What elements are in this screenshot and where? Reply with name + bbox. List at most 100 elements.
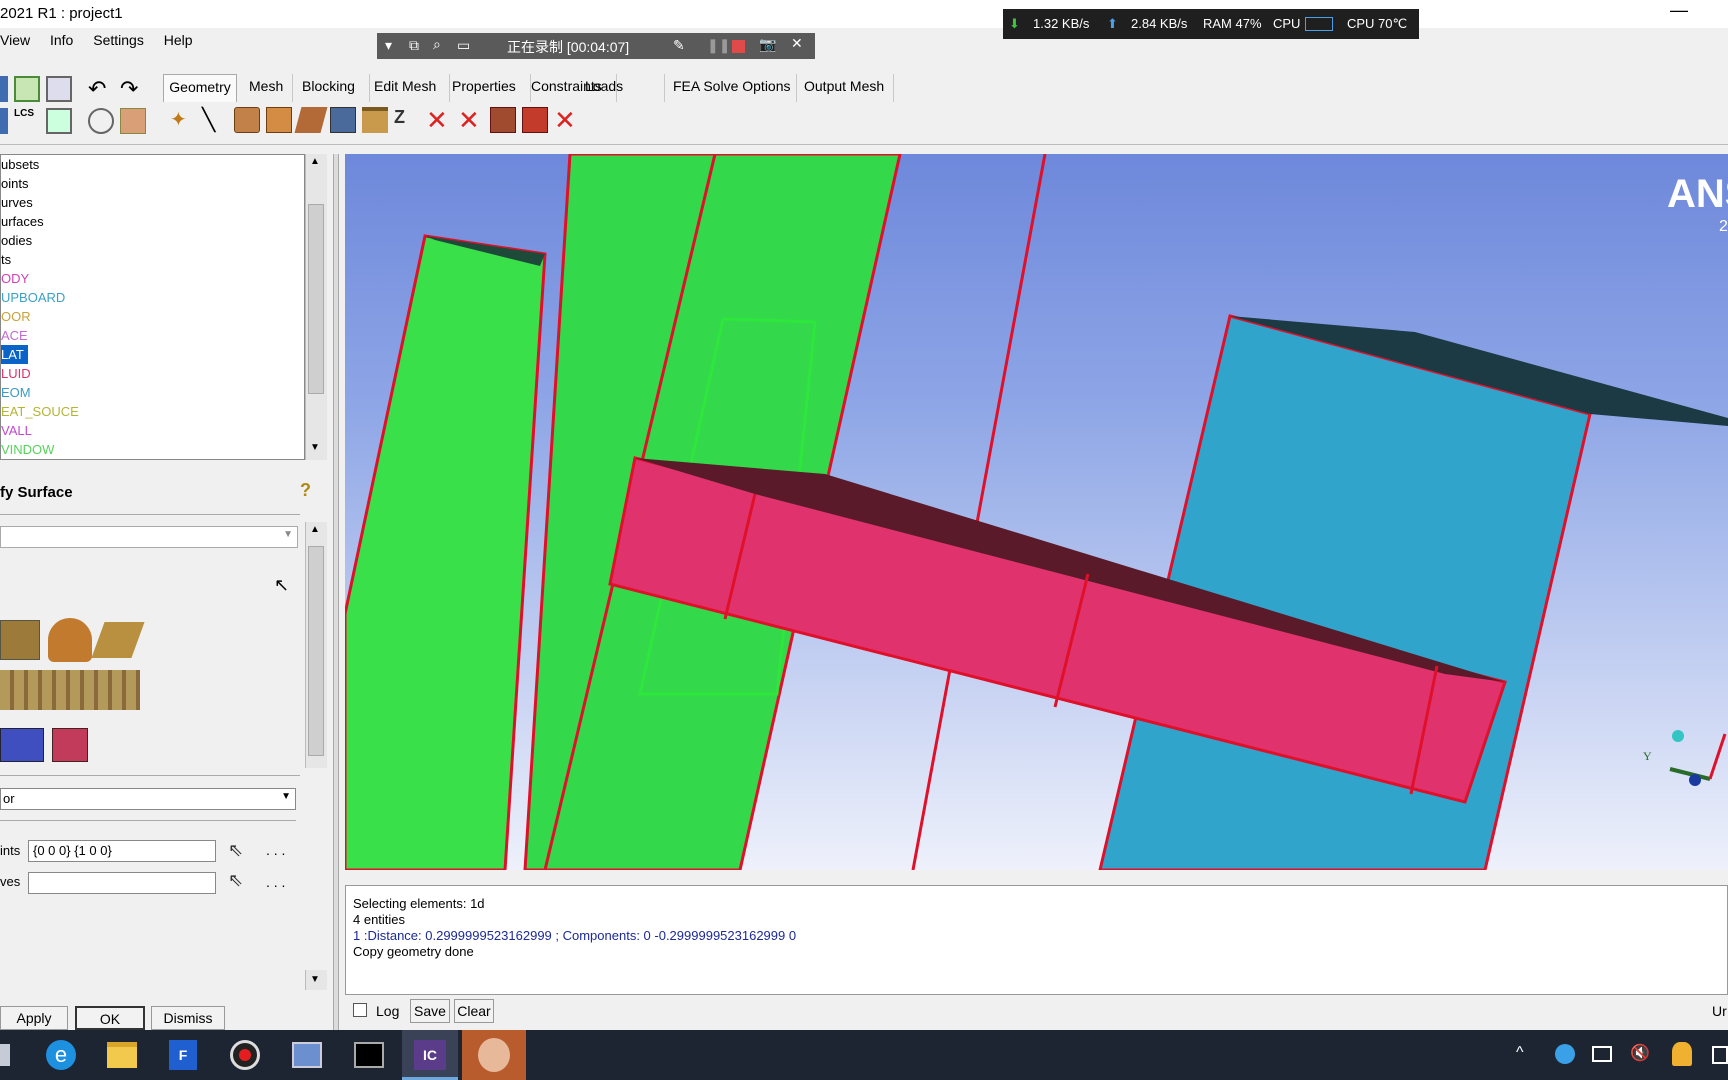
tree-scrollbar[interactable]: ▲ ▼: [305, 154, 327, 460]
scroll-thumb[interactable]: [308, 546, 324, 756]
tree-item[interactable]: ODY: [1, 269, 304, 288]
graphics-viewport[interactable]: Y ANS 2: [345, 154, 1728, 870]
tree-item[interactable]: urfaces: [1, 212, 304, 231]
folder-icon[interactable]: [107, 1042, 137, 1068]
tree-item[interactable]: OOR: [1, 307, 304, 326]
panel-scrollbar[interactable]: ▲: [305, 522, 327, 768]
scroll-down-icon[interactable]: ▼: [310, 442, 320, 453]
delete-curve-icon[interactable]: ✕: [458, 105, 484, 135]
delete-any-icon[interactable]: ✕: [554, 105, 580, 135]
terminal-icon[interactable]: [354, 1042, 384, 1068]
delete-point-icon[interactable]: ✕: [426, 105, 452, 135]
splitter[interactable]: [333, 154, 339, 1030]
dismiss-button[interactable]: Dismiss: [151, 1006, 225, 1030]
curves-input[interactable]: [28, 872, 216, 894]
restore-icon[interactable]: Z: [394, 107, 420, 133]
tree-item[interactable]: LAT: [1, 345, 28, 364]
select-points-icon[interactable]: ⇖: [228, 840, 243, 861]
ie-icon[interactable]: e: [46, 1040, 76, 1070]
tab-fea-solve-options[interactable]: FEA Solve Options: [673, 74, 797, 102]
grid-icon[interactable]: [14, 76, 40, 102]
points-more-button[interactable]: . . .: [266, 842, 285, 858]
log-checkbox[interactable]: [353, 1003, 367, 1017]
dropdown-icon[interactable]: ▾: [385, 37, 392, 54]
delete-surface-icon[interactable]: [490, 107, 516, 133]
ok-button[interactable]: OK: [75, 1006, 145, 1030]
faceted-icon[interactable]: [294, 107, 328, 133]
tray-app-icon[interactable]: [1672, 1042, 1692, 1066]
tab-edit-mesh[interactable]: Edit Mesh: [374, 74, 450, 102]
tree-item[interactable]: ubsets: [1, 155, 304, 174]
delete-body-icon[interactable]: [522, 107, 548, 133]
icem-taskbar-button[interactable]: IC: [402, 1030, 458, 1080]
curves-more-button[interactable]: . . .: [266, 874, 285, 890]
box-icon[interactable]: [120, 108, 146, 134]
tray-chevron-icon[interactable]: ^: [1516, 1044, 1524, 1062]
surface-type-select[interactable]: ▼: [0, 526, 298, 548]
file-icon[interactable]: [0, 1044, 10, 1066]
transform-icon[interactable]: [362, 107, 388, 133]
tab-geometry[interactable]: Geometry: [163, 74, 237, 102]
tree-item[interactable]: ts: [1, 250, 304, 269]
redo-icon[interactable]: ↷: [120, 76, 146, 102]
tree-item[interactable]: EAT_SOUCE: [1, 402, 304, 421]
tab-blocking[interactable]: Blocking: [302, 74, 370, 102]
menu-view[interactable]: View: [0, 32, 30, 48]
tab-output-mesh[interactable]: Output Mesh: [804, 74, 894, 102]
open-icon[interactable]: [0, 76, 8, 102]
pen-icon[interactable]: ✎: [673, 37, 685, 54]
revolve-icon[interactable]: [48, 618, 92, 662]
clear-log-button[interactable]: Clear: [454, 999, 494, 1023]
f-app-icon[interactable]: F: [169, 1040, 197, 1070]
copy-icon[interactable]: ⧉: [409, 37, 419, 54]
tab-mesh[interactable]: Mesh: [249, 74, 293, 102]
extrude-icon[interactable]: [0, 620, 40, 660]
close-icon[interactable]: ✕: [791, 35, 803, 52]
tree-item[interactable]: LUID: [1, 364, 304, 383]
camera-icon[interactable]: 📷: [759, 36, 776, 53]
geometry-file-icon[interactable]: [46, 76, 72, 102]
frame-icon[interactable]: ▭: [457, 37, 470, 54]
create-surface-icon[interactable]: [234, 107, 260, 133]
network-icon[interactable]: [1592, 1046, 1612, 1062]
create-curve-icon[interactable]: ╲: [202, 107, 228, 133]
view-icon[interactable]: [46, 108, 72, 134]
minimize-button[interactable]: —: [1670, 0, 1688, 21]
tree-item[interactable]: UPBOARD: [1, 288, 304, 307]
create-body-icon[interactable]: [266, 107, 292, 133]
loft-icon[interactable]: [0, 670, 140, 710]
menu-info[interactable]: Info: [50, 32, 73, 48]
scroll-down-icon[interactable]: ▼: [310, 974, 320, 985]
tray-browser-icon[interactable]: [1555, 1044, 1575, 1064]
tree-item[interactable]: VINDOW: [1, 440, 304, 459]
stop-icon[interactable]: [732, 40, 745, 53]
points-input[interactable]: {0 0 0} {1 0 0}: [28, 840, 216, 862]
scroll-up-icon[interactable]: ▲: [310, 524, 320, 535]
magnifier-icon[interactable]: ⌕: [433, 36, 441, 53]
scroll-thumb[interactable]: [308, 204, 324, 394]
lcs-icon[interactable]: LCS: [14, 108, 40, 134]
tree-item[interactable]: VALL: [1, 421, 304, 440]
notifications-icon[interactable]: [1712, 1046, 1728, 1064]
remote-icon[interactable]: [292, 1042, 322, 1068]
menu-settings[interactable]: Settings: [93, 32, 144, 48]
method-select[interactable]: or ▼: [0, 788, 296, 810]
create-point-icon[interactable]: ✦: [170, 107, 196, 133]
panel-scroll-bottom[interactable]: ▼: [305, 970, 327, 990]
tree-item[interactable]: EOM: [1, 383, 304, 402]
sphere-icon[interactable]: [88, 108, 114, 134]
apply-button[interactable]: Apply: [0, 1006, 68, 1030]
tab-properties[interactable]: Properties: [452, 74, 531, 102]
tree-item[interactable]: odies: [1, 231, 304, 250]
menu-help[interactable]: Help: [164, 32, 193, 48]
undo-icon[interactable]: ↶: [88, 76, 114, 102]
save-icon[interactable]: [0, 108, 8, 134]
scroll-up-icon[interactable]: ▲: [310, 156, 320, 167]
tree-item[interactable]: urves: [1, 193, 304, 212]
mesh-surface-icon[interactable]: [0, 728, 44, 762]
tab-loads[interactable]: Loads: [585, 74, 665, 102]
save-log-button[interactable]: Save: [410, 999, 450, 1023]
tree-item[interactable]: oints: [1, 174, 304, 193]
pause-icon[interactable]: ❚❚: [707, 37, 730, 54]
record-icon[interactable]: [230, 1040, 260, 1070]
